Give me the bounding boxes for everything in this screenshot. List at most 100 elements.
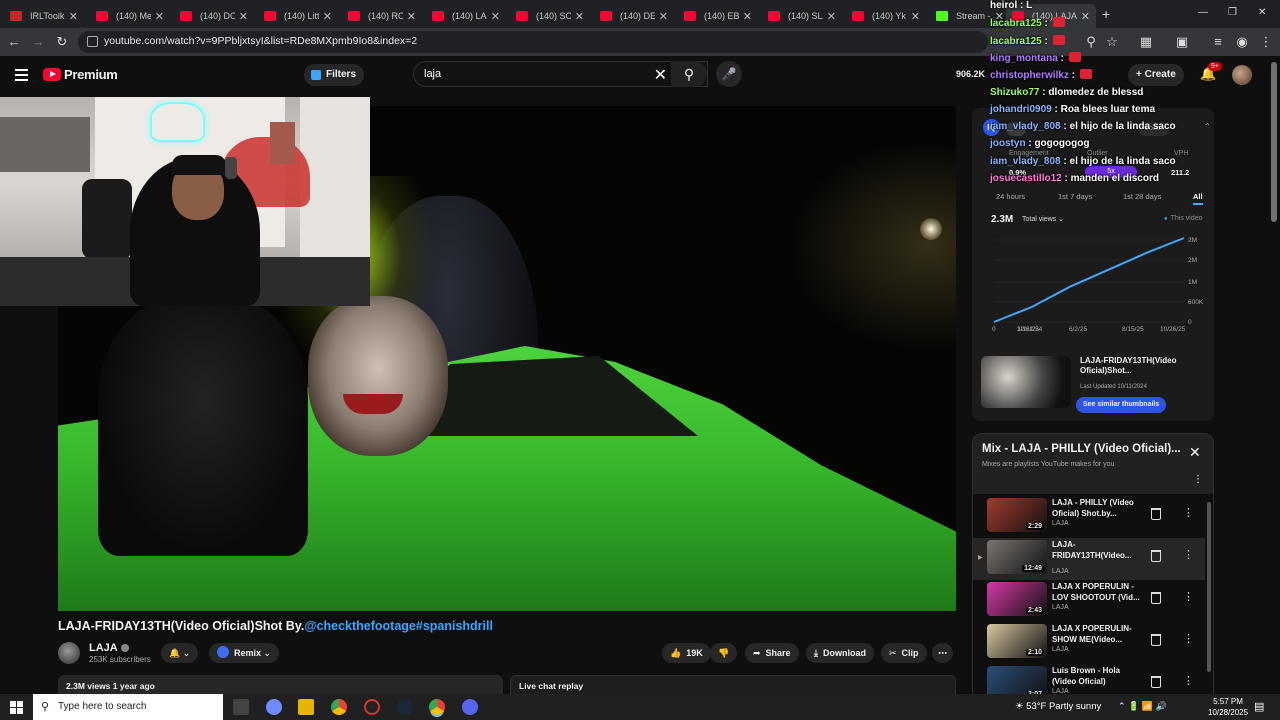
playlist-thumbnail[interactable]: 12:49 (987, 540, 1047, 574)
youtube-logo-icon[interactable] (43, 68, 61, 81)
page-scrollbar[interactable] (1271, 62, 1277, 222)
extensions-icon[interactable]: ▦ (1138, 34, 1154, 50)
profile-icon[interactable]: ◉ (1234, 34, 1250, 50)
tab-close-icon[interactable]: ✕ (239, 10, 248, 23)
tab-close-icon[interactable]: ✕ (155, 10, 164, 23)
file-explorer-icon[interactable] (298, 699, 314, 715)
chat-username[interactable]: joostyn (990, 138, 1026, 149)
obs-icon[interactable] (364, 699, 380, 715)
search-box[interactable]: ✕ ⚲ (413, 61, 708, 87)
playlist-thumbnail[interactable]: 2:10 (987, 624, 1047, 658)
tab-close-icon[interactable]: ✕ (69, 10, 78, 23)
menu-icon[interactable] (15, 69, 28, 84)
copilot-icon[interactable] (266, 699, 282, 715)
start-button[interactable] (10, 701, 23, 714)
tab-close-icon[interactable]: ✕ (659, 10, 668, 23)
playlist-thumbnail[interactable]: 2:29 (987, 498, 1047, 532)
chat-username[interactable]: christopherwilkz (990, 70, 1069, 81)
dislike-button[interactable]: 👎 (710, 643, 738, 663)
chat-username[interactable]: johandri0909 (990, 104, 1052, 115)
tab-close-icon[interactable]: ✕ (407, 10, 416, 23)
download-button[interactable]: ⤓ Download (806, 643, 874, 663)
chat-username[interactable]: iam_vlady_808 (990, 156, 1061, 167)
channel-name[interactable]: LAJA (89, 642, 129, 654)
range-all[interactable]: All (1193, 192, 1203, 205)
clip-button[interactable]: ✂ Clip (881, 643, 927, 663)
browser-tab[interactable]: (140) DEG ✕ (594, 4, 674, 28)
channel-avatar[interactable] (58, 642, 80, 664)
item-menu-icon[interactable]: ⋮ (1183, 548, 1194, 561)
reading-list-icon[interactable]: ≡ (1210, 34, 1226, 50)
browser-tab[interactable]: IRLToolkit ✕ (4, 4, 84, 28)
taskbar-search[interactable]: ⚲ Type here to search (33, 694, 223, 720)
minimize-icon[interactable]: — (1198, 7, 1208, 18)
search-input[interactable] (424, 67, 644, 81)
chat-username[interactable]: lacabra125 (990, 36, 1042, 47)
create-button[interactable]: + Create (1128, 64, 1184, 86)
item-menu-icon[interactable]: ⋮ (1183, 674, 1194, 687)
playlist-more-icon[interactable]: ⋮ (1193, 474, 1203, 485)
chat-username[interactable]: lacabra125 (990, 18, 1042, 29)
forward-icon[interactable]: → (30, 34, 46, 50)
tab-close-icon[interactable]: ✕ (491, 10, 500, 23)
menu-dots-icon[interactable]: ⋮ (1258, 34, 1274, 50)
remix-button[interactable]: Remix ⌄ (209, 643, 280, 663)
collapse-icon[interactable]: ⌃ (1204, 122, 1211, 131)
tab-close-icon[interactable]: ✕ (575, 10, 584, 23)
playlist-item-title[interactable]: LAJA X POPERULIN - LOV SHOOTOUT (Vid... (1052, 582, 1140, 603)
maximize-icon[interactable]: ❐ (1228, 7, 1237, 18)
address-bar[interactable]: youtube.com/watch?v=9PPbljxtsyI&list=RDe… (78, 31, 988, 53)
playlist-scrollbar[interactable] (1207, 502, 1211, 672)
item-menu-icon[interactable]: ⋮ (1183, 632, 1194, 645)
chat-username[interactable]: heirol (990, 0, 1017, 11)
trash-icon[interactable] (1151, 592, 1161, 604)
site-info-icon[interactable] (87, 36, 98, 47)
trash-icon[interactable] (1151, 508, 1161, 520)
browser-tab[interactable]: (140) Little ✕ (258, 4, 338, 28)
bookmark-star-icon[interactable]: ☆ (1104, 34, 1120, 50)
browser-tab[interactable]: (140) SLAY ✕ (762, 4, 842, 28)
cast-icon[interactable]: ▣ (1174, 34, 1190, 50)
playlist-item-title[interactable]: Luis Brown - Hola (Video Oficial) (1052, 666, 1140, 687)
playlist-thumbnail[interactable]: 2:07 (987, 666, 1047, 694)
playlist-item-title[interactable]: LAJA X POPERULIN-SHOW ME(Video... (1052, 624, 1140, 645)
playlist-item[interactable]: 2:10 LAJA X POPERULIN-SHOW ME(Video... LAJ… (973, 622, 1205, 664)
chat-username[interactable]: Shizuko77 (990, 87, 1039, 98)
playlist-title[interactable]: Mix - LAJA - PHILLY (Video Oficial)... (982, 443, 1182, 455)
clock[interactable]: 5:57 PM 10/28/2025 (1208, 696, 1248, 718)
trash-icon[interactable] (1151, 676, 1161, 688)
notification-center-icon[interactable]: ▤ (1254, 700, 1264, 713)
playlist-thumbnail[interactable]: 2:43 (987, 582, 1047, 616)
browser-tab[interactable]: (140) Men ✕ (90, 4, 170, 28)
browser-tab[interactable]: (140) ROC ✕ (342, 4, 422, 28)
share-button[interactable]: ➦ Share (745, 643, 799, 663)
voice-search-icon[interactable]: 🎤 (716, 61, 742, 87)
chat-username[interactable]: king_montana (990, 53, 1058, 64)
tab-close-icon[interactable]: ✕ (911, 10, 920, 23)
account-avatar[interactable] (1232, 65, 1252, 85)
tab-close-icon[interactable]: ✕ (1081, 10, 1090, 23)
reload-icon[interactable]: ↻ (54, 34, 70, 50)
browser-tab[interactable]: (140) SON ✕ (510, 4, 590, 28)
browser-tab[interactable]: (140) EBK ✕ (678, 4, 758, 28)
back-icon[interactable]: ← (6, 34, 22, 50)
youtube-brand[interactable]: Premium (64, 67, 118, 82)
browser-tab[interactable]: (140) Yk N ✕ (846, 4, 926, 28)
playlist-item-title[interactable]: LAJA - PHILLY (Video Oficial) Shot.by... (1052, 498, 1140, 519)
playlist-item[interactable]: 2:07 Luis Brown - Hola (Video Oficial) LAJ… (973, 664, 1205, 694)
steam-icon[interactable] (397, 699, 413, 715)
range-24h[interactable]: 24 hours (996, 192, 1025, 201)
tab-close-icon[interactable]: ✕ (827, 10, 836, 23)
item-menu-icon[interactable]: ⋮ (1183, 506, 1194, 519)
task-view-icon[interactable] (233, 699, 249, 715)
tab-close-icon[interactable]: ✕ (743, 10, 752, 23)
window-close-icon[interactable]: ✕ (1258, 7, 1266, 18)
item-menu-icon[interactable]: ⋮ (1183, 590, 1194, 603)
zoom-icon[interactable]: ⚲ (1083, 34, 1099, 50)
playlist-item-title[interactable]: LAJA-FRIDAY13TH(Video... (1052, 540, 1140, 561)
chat-username[interactable]: josuecastillo12 (990, 173, 1062, 184)
video-title-tags[interactable]: @checkthefootage#spanishdrill (304, 619, 493, 633)
playlist-item[interactable]: 2:43 LAJA X POPERULIN - LOV SHOOTOUT (Vid… (973, 580, 1205, 622)
clear-search-icon[interactable]: ✕ (654, 65, 667, 85)
range-28d[interactable]: 1st 28 days (1123, 192, 1161, 201)
